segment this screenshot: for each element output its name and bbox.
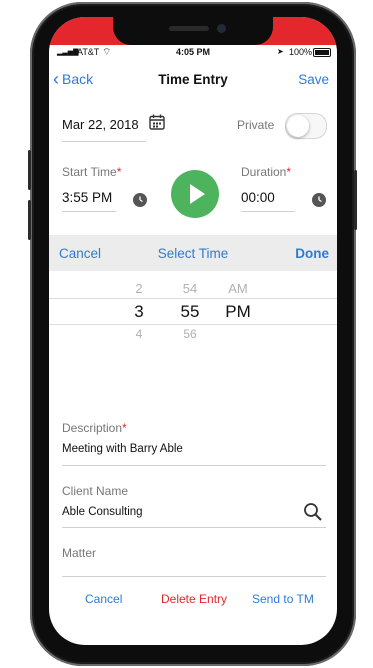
client-name-field[interactable]: Able Consulting <box>62 506 143 518</box>
delete-entry-button[interactable]: Delete Entry <box>161 592 227 606</box>
location-icon: ➤ <box>277 47 284 56</box>
calendar-icon[interactable] <box>149 114 165 130</box>
save-button[interactable]: Save <box>298 72 329 87</box>
matter-label: Matter <box>62 546 97 560</box>
front-camera <box>217 24 226 33</box>
hour-option-selected[interactable]: 3 <box>129 302 149 322</box>
minute-option[interactable]: 54 <box>175 281 205 296</box>
period-option[interactable]: AM <box>223 281 253 296</box>
private-toggle[interactable] <box>285 113 327 139</box>
client-name-underline <box>62 527 326 528</box>
play-icon <box>190 184 205 204</box>
volume-down-button <box>28 200 31 240</box>
start-timer-button[interactable] <box>171 170 219 218</box>
clock-icon[interactable] <box>133 193 147 207</box>
volume-up-button <box>28 150 31 190</box>
search-icon[interactable] <box>303 502 323 522</box>
page-title: Time Entry <box>158 72 228 87</box>
hour-option[interactable]: 4 <box>129 327 149 341</box>
navigation-bar: ‹ Back Time Entry Save <box>49 65 337 95</box>
description-label: Description* <box>62 421 127 435</box>
picker-selection-top <box>49 298 337 299</box>
minute-option[interactable]: 56 <box>175 327 205 341</box>
picker-title: Select Time <box>157 246 229 261</box>
phone-screen: ▂▃▅▇ AT&T ⌔ 4:05 PM ➤ 100% ‹ Back Time E… <box>49 17 337 645</box>
description-underline <box>62 465 326 466</box>
picker-toolbar: Cancel Select Time Done <box>49 235 337 271</box>
start-time-label: Start Time* <box>62 165 122 179</box>
client-name-label: Client Name <box>62 484 129 498</box>
cancel-button[interactable]: Cancel <box>85 592 122 606</box>
picker-done-button[interactable]: Done <box>295 246 329 261</box>
side-button <box>354 170 357 230</box>
time-picker-wheel[interactable]: 2 3 4 54 55 56 AM PM <box>49 271 337 346</box>
notch <box>113 17 273 45</box>
date-underline <box>62 141 146 142</box>
matter-underline <box>62 576 326 577</box>
send-to-tm-button[interactable]: Send to TM <box>252 592 314 606</box>
start-time-underline <box>62 211 116 212</box>
duration-field[interactable]: 00:00 <box>241 190 275 205</box>
duration-clock-icon[interactable] <box>312 193 326 207</box>
period-option-selected[interactable]: PM <box>223 302 253 322</box>
duration-label: Duration* <box>241 165 292 179</box>
private-label: Private <box>237 118 275 132</box>
minute-option-selected[interactable]: 55 <box>175 302 205 322</box>
speaker-grille <box>169 26 209 31</box>
hour-option[interactable]: 2 <box>129 281 149 296</box>
battery-label: 100% <box>289 47 313 57</box>
toggle-knob <box>287 115 309 137</box>
duration-underline <box>241 211 295 212</box>
battery-icon <box>313 48 331 57</box>
picker-selection-bottom <box>49 324 337 325</box>
start-time-field[interactable]: 3:55 PM <box>62 190 112 205</box>
date-field[interactable]: Mar 22, 2018 <box>62 117 139 132</box>
description-field[interactable]: Meeting with Barry Able <box>62 443 183 455</box>
